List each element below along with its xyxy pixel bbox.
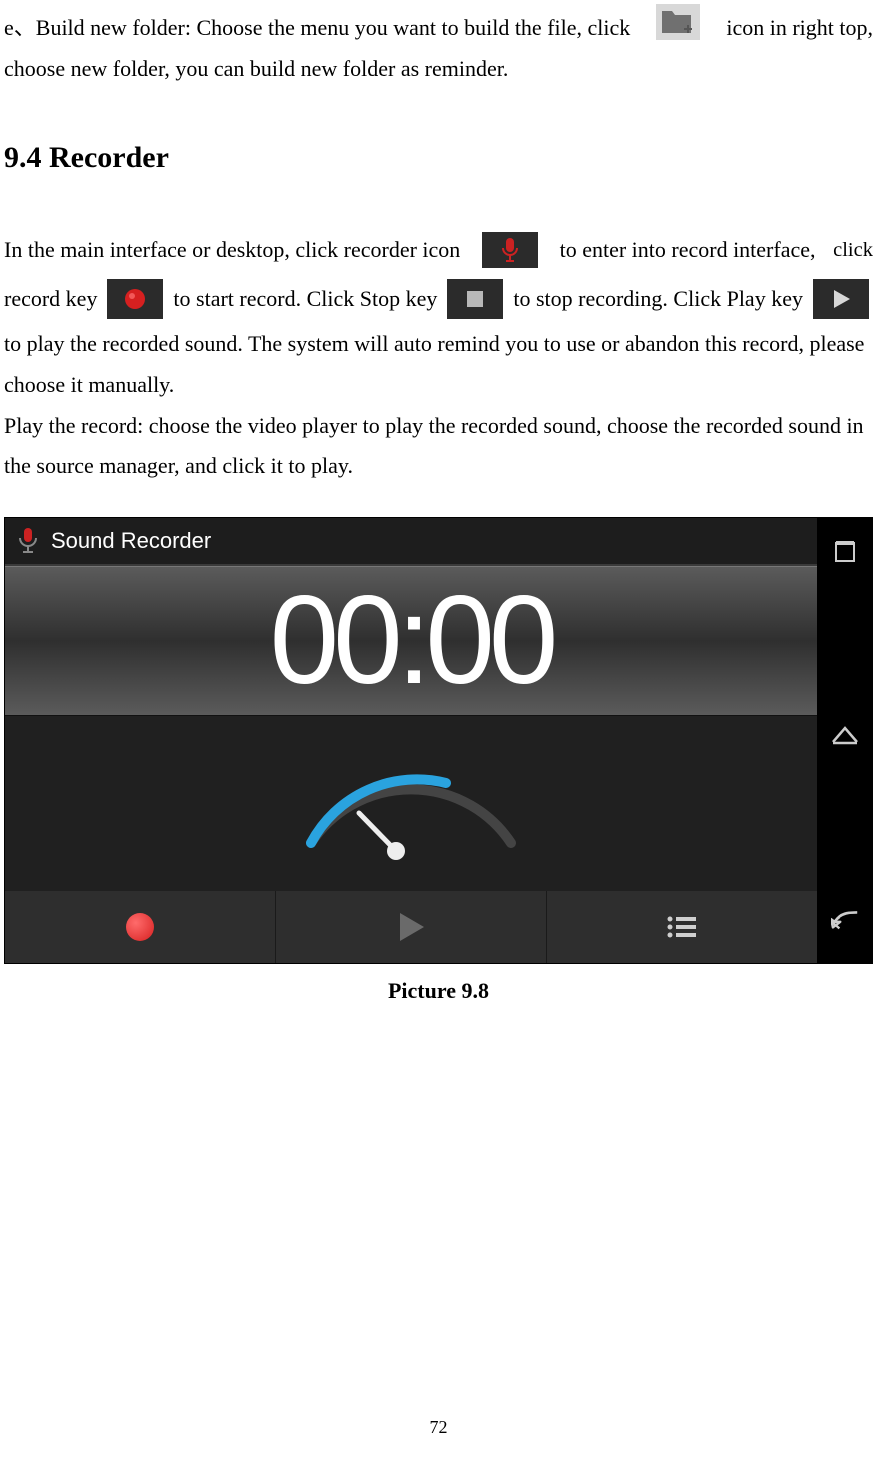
record-button[interactable] (5, 891, 276, 963)
text: click (833, 229, 873, 272)
text: to stop recording. Click Play key (513, 274, 803, 325)
text: to start record. Click Stop key (173, 274, 437, 325)
text: record key (4, 274, 97, 325)
recorder-paragraph: In the main interface or desktop, click … (4, 227, 873, 487)
page-number: 72 (0, 1417, 877, 1438)
text: choose new folder, you can build new fol… (4, 49, 873, 90)
recorder-app-icon (482, 232, 538, 268)
text: choose it manually. (4, 365, 873, 406)
text: to play the recorded sound. The system w… (4, 324, 873, 365)
list-icon (666, 915, 698, 939)
text: In the main interface or desktop, click … (4, 227, 460, 273)
vu-meter (5, 716, 817, 891)
text: icon in right top, (726, 8, 873, 49)
figure-caption: Picture 9.8 (4, 978, 873, 1004)
text: Play the record: choose the video player… (4, 406, 873, 447)
stop-button-icon (447, 279, 503, 319)
app-titlebar: Sound Recorder (5, 518, 817, 566)
android-navbar (817, 518, 872, 963)
controls-bar (5, 891, 817, 963)
microphone-icon (15, 526, 41, 556)
text: e、Build new folder: Choose the menu you … (4, 8, 630, 49)
timer-value: 00:00 (270, 569, 553, 712)
text: to enter into record interface, (560, 227, 816, 273)
section-heading: 9.4 Recorder (4, 141, 873, 175)
recent-apps-button[interactable] (831, 538, 859, 566)
list-button[interactable] (547, 891, 817, 963)
record-icon (126, 913, 154, 941)
play-icon (396, 911, 426, 943)
home-button[interactable] (831, 721, 859, 749)
item-build-new-folder: e、Build new folder: Choose the menu you … (4, 4, 873, 89)
timer-display: 00:00 (5, 566, 817, 716)
play-button-icon (813, 279, 869, 319)
screenshot-sound-recorder: Sound Recorder 00:00 (4, 517, 873, 964)
record-button-icon (107, 279, 163, 319)
text: the source manager, and click it to play… (4, 446, 873, 487)
app-title: Sound Recorder (51, 528, 211, 554)
play-button[interactable] (276, 891, 547, 963)
back-button[interactable] (831, 905, 859, 933)
new-folder-icon (656, 4, 700, 40)
